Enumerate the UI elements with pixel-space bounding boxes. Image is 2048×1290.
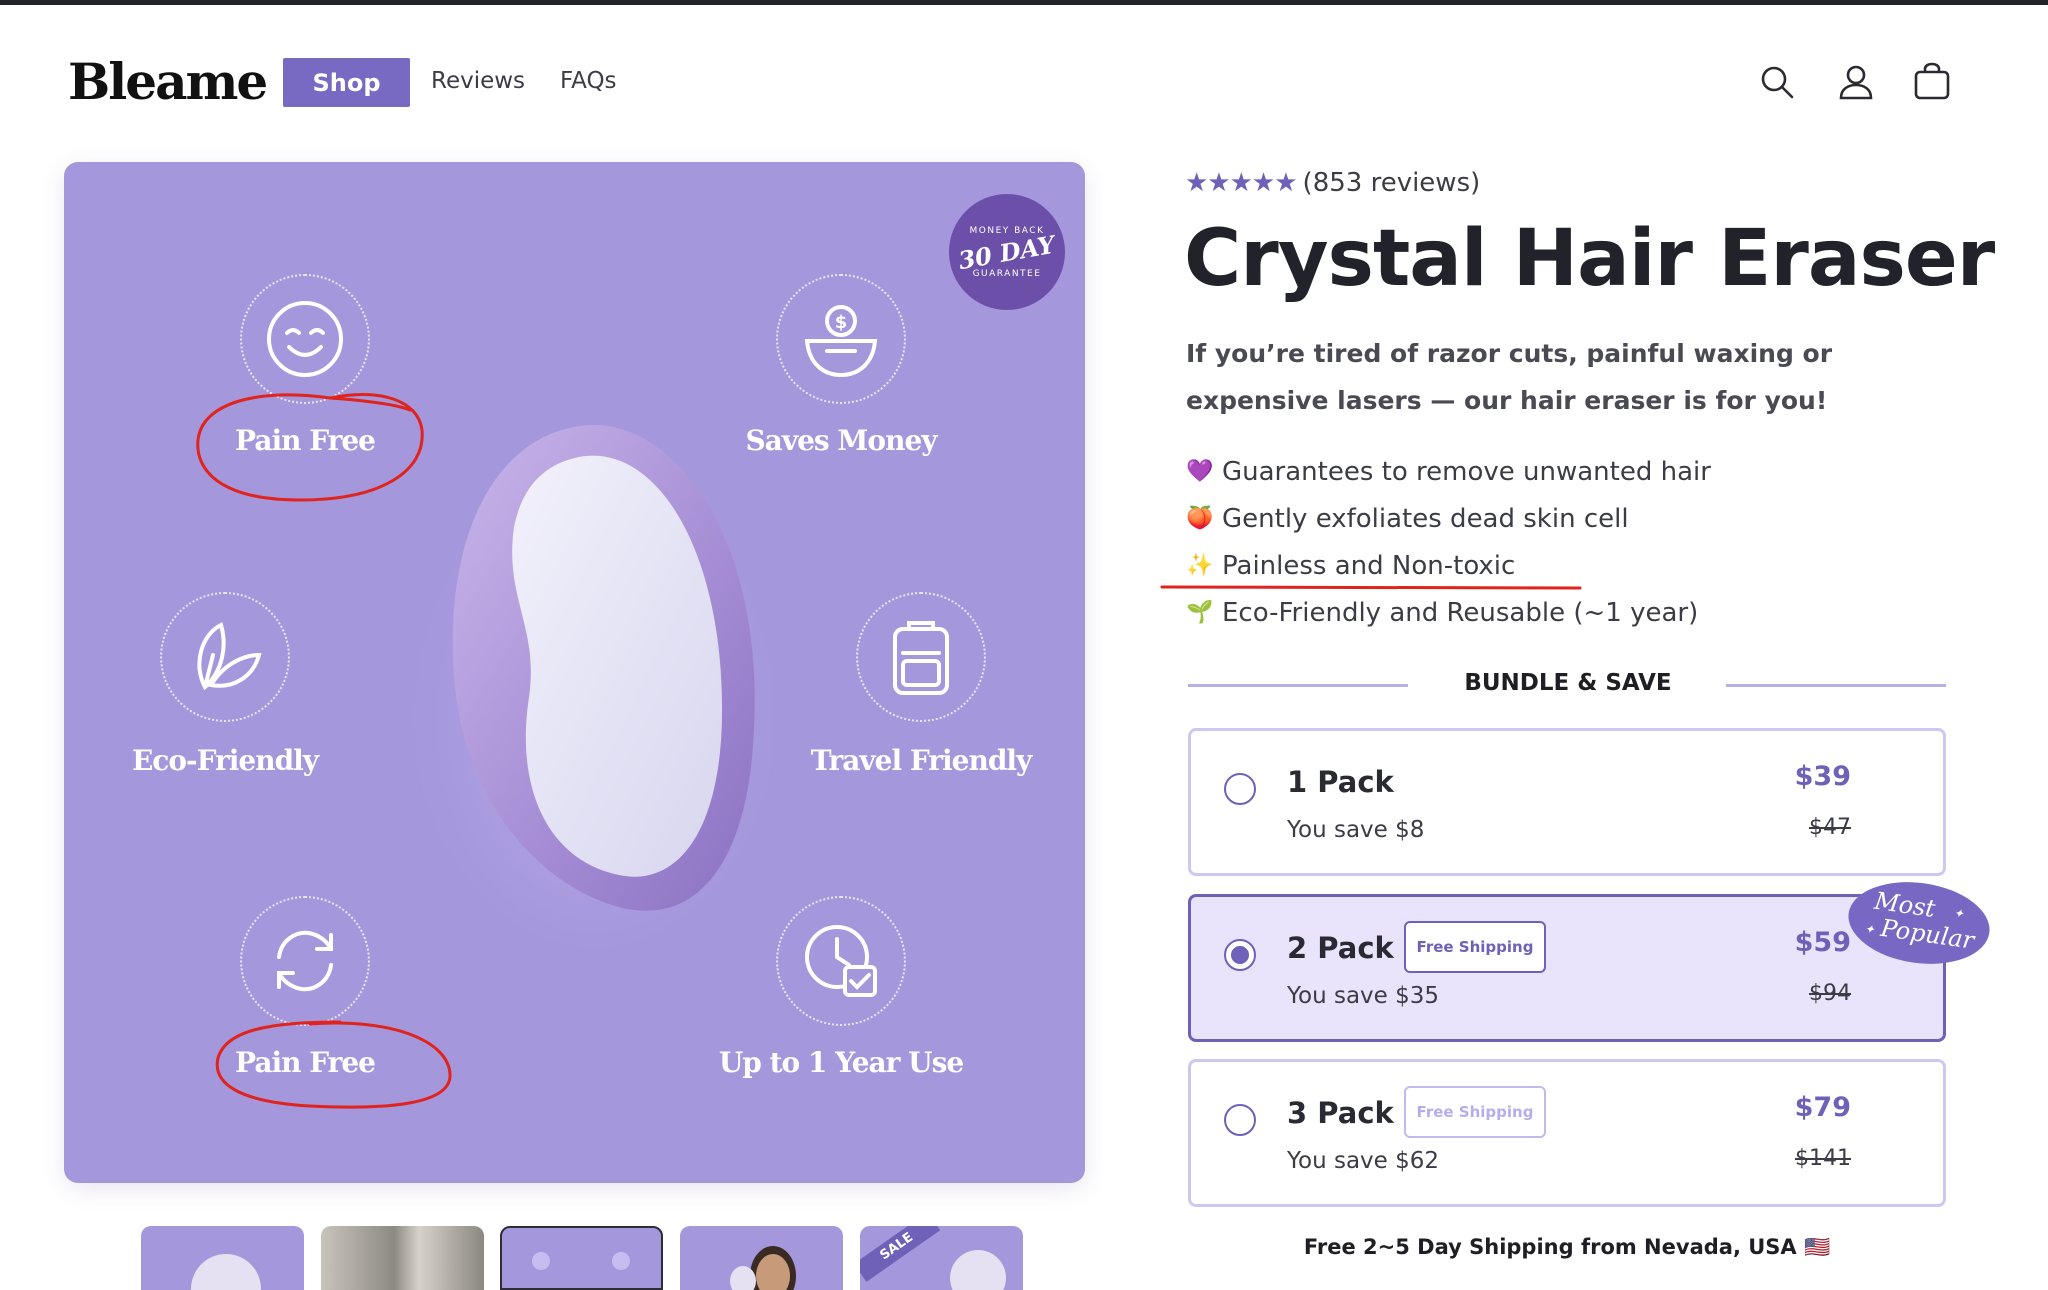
pack-savings: You save $8	[1287, 817, 1425, 843]
nav-reviews-link[interactable]: Reviews	[431, 68, 525, 94]
pack-name: 3 Pack	[1287, 1096, 1394, 1130]
pack-name: 1 Pack	[1287, 765, 1394, 799]
pack-price: $79	[1794, 1092, 1851, 1123]
pack-price: $59	[1794, 927, 1851, 958]
nav-shop-button[interactable]: Shop	[283, 58, 410, 107]
bullet-text: Gently exfoliates dead skin cell	[1222, 503, 1629, 534]
product-subtitle: If you’re tired of razor cuts, painful w…	[1186, 339, 1833, 415]
pack-old-price: $141	[1795, 1146, 1851, 1171]
thumbnail-5[interactable]: SALE	[860, 1226, 1023, 1290]
feature-label: Saves Money	[745, 424, 937, 457]
sparkle-icon: ✦	[1863, 921, 1876, 937]
free-shipping-badge: Free Shipping	[1404, 1086, 1546, 1138]
pack-option-3[interactable]: 3 Pack Free Shipping You save $62 $79 $1…	[1188, 1059, 1946, 1207]
pack-old-price: $94	[1809, 981, 1851, 1006]
pack-name: 2 Pack	[1287, 931, 1394, 965]
product-title: Crystal Hair Eraser	[1184, 214, 1995, 304]
feature-eco-friendly: Eco-Friendly	[75, 592, 375, 777]
heart-icon: 💜	[1186, 459, 1214, 484]
feature-one-year-use: Up to 1 Year Use	[691, 896, 991, 1079]
sparkle-icon: ✦	[1952, 905, 1965, 922]
rating-row[interactable]: ★★★★★ (853 reviews)	[1185, 168, 1480, 198]
bullet-text: Guarantees to remove unwanted hair	[1222, 456, 1711, 487]
sparkles-icon: ✨	[1186, 553, 1214, 578]
pack-savings: You save $35	[1287, 983, 1440, 1009]
feature-saves-money: $ Saves Money	[691, 274, 991, 457]
money-bowl-icon: $	[804, 305, 878, 378]
feature-label: Pain Free	[235, 1046, 376, 1079]
review-count: (853 reviews)	[1302, 168, 1481, 198]
bullet-item: ✨ Painless and Non-toxic	[1186, 542, 1711, 589]
shipping-note: Free 2~5 Day Shipping from Nevada, USA 🇺…	[1303, 1235, 1831, 1259]
backpack-icon	[893, 621, 949, 695]
top-border	[0, 0, 2048, 5]
hair-eraser-device	[409, 424, 779, 947]
nav-faqs-link[interactable]: FAQs	[560, 68, 617, 94]
smile-icon	[267, 301, 343, 377]
bullet-item: 🍑 Gently exfoliates dead skin cell	[1186, 495, 1711, 542]
refresh-icon	[277, 930, 333, 992]
feature-label: Up to 1 Year Use	[718, 1046, 964, 1079]
thumbnail-1[interactable]	[141, 1226, 304, 1290]
cart-icon[interactable]	[1912, 62, 1952, 102]
feature-label: Pain Free	[235, 424, 376, 457]
feature-bullets: 💜 Guarantees to remove unwanted hair 🍑 Gen…	[1186, 448, 1711, 636]
bullet-text: Eco-Friendly and Reusable (~1 year)	[1222, 597, 1699, 628]
radio-button[interactable]	[1224, 773, 1256, 805]
sale-ribbon: SALE	[860, 1226, 941, 1282]
pack-option-1[interactable]: 1 Pack You save $8 $39 $47	[1188, 728, 1946, 876]
pack-option-2[interactable]: 2 Pack Free Shipping You save $35 $59 $9…	[1188, 894, 1946, 1042]
peach-icon: 🍑	[1186, 506, 1214, 531]
thumbnail-4[interactable]	[680, 1226, 843, 1290]
bundle-divider-right	[1726, 684, 1946, 687]
thumbnail-2[interactable]	[321, 1226, 484, 1290]
feature-label: Eco-Friendly	[131, 744, 319, 777]
bundle-divider-left	[1188, 684, 1408, 687]
feature-travel-friendly: Travel Friendly	[771, 592, 1071, 777]
radio-button[interactable]	[1224, 1104, 1256, 1136]
leaf-icon	[197, 622, 262, 691]
bundle-title: BUNDLE & SAVE	[1464, 670, 1672, 696]
feature-label: Travel Friendly	[810, 744, 1033, 777]
thumbnail-3[interactable]	[500, 1226, 663, 1290]
search-icon[interactable]	[1757, 62, 1797, 102]
account-icon[interactable]	[1836, 62, 1876, 102]
radio-button-selected[interactable]	[1224, 939, 1256, 971]
feature-pain-free-2: Pain Free	[155, 896, 455, 1079]
bullet-item: 💜 Guarantees to remove unwanted hair	[1186, 448, 1711, 495]
pack-price: $39	[1794, 761, 1851, 792]
seedling-icon: 🌱	[1186, 600, 1214, 625]
brand-logo[interactable]: Bleame	[68, 52, 268, 111]
rating-stars: ★★★★★	[1185, 168, 1298, 198]
pack-savings: You save $62	[1287, 1148, 1440, 1174]
bullet-text: Painless and Non-toxic	[1222, 550, 1516, 581]
product-hero-image: MONEY BACK 30 DAY GUARANTEE Pain Free $ …	[64, 162, 1085, 1183]
bullet-item: 🌱 Eco-Friendly and Reusable (~1 year)	[1186, 589, 1711, 636]
free-shipping-badge: Free Shipping	[1404, 921, 1546, 973]
pack-old-price: $47	[1809, 815, 1851, 840]
clock-check-icon	[805, 925, 877, 997]
feature-pain-free: Pain Free	[155, 274, 455, 457]
svg-text:$: $	[835, 312, 848, 333]
